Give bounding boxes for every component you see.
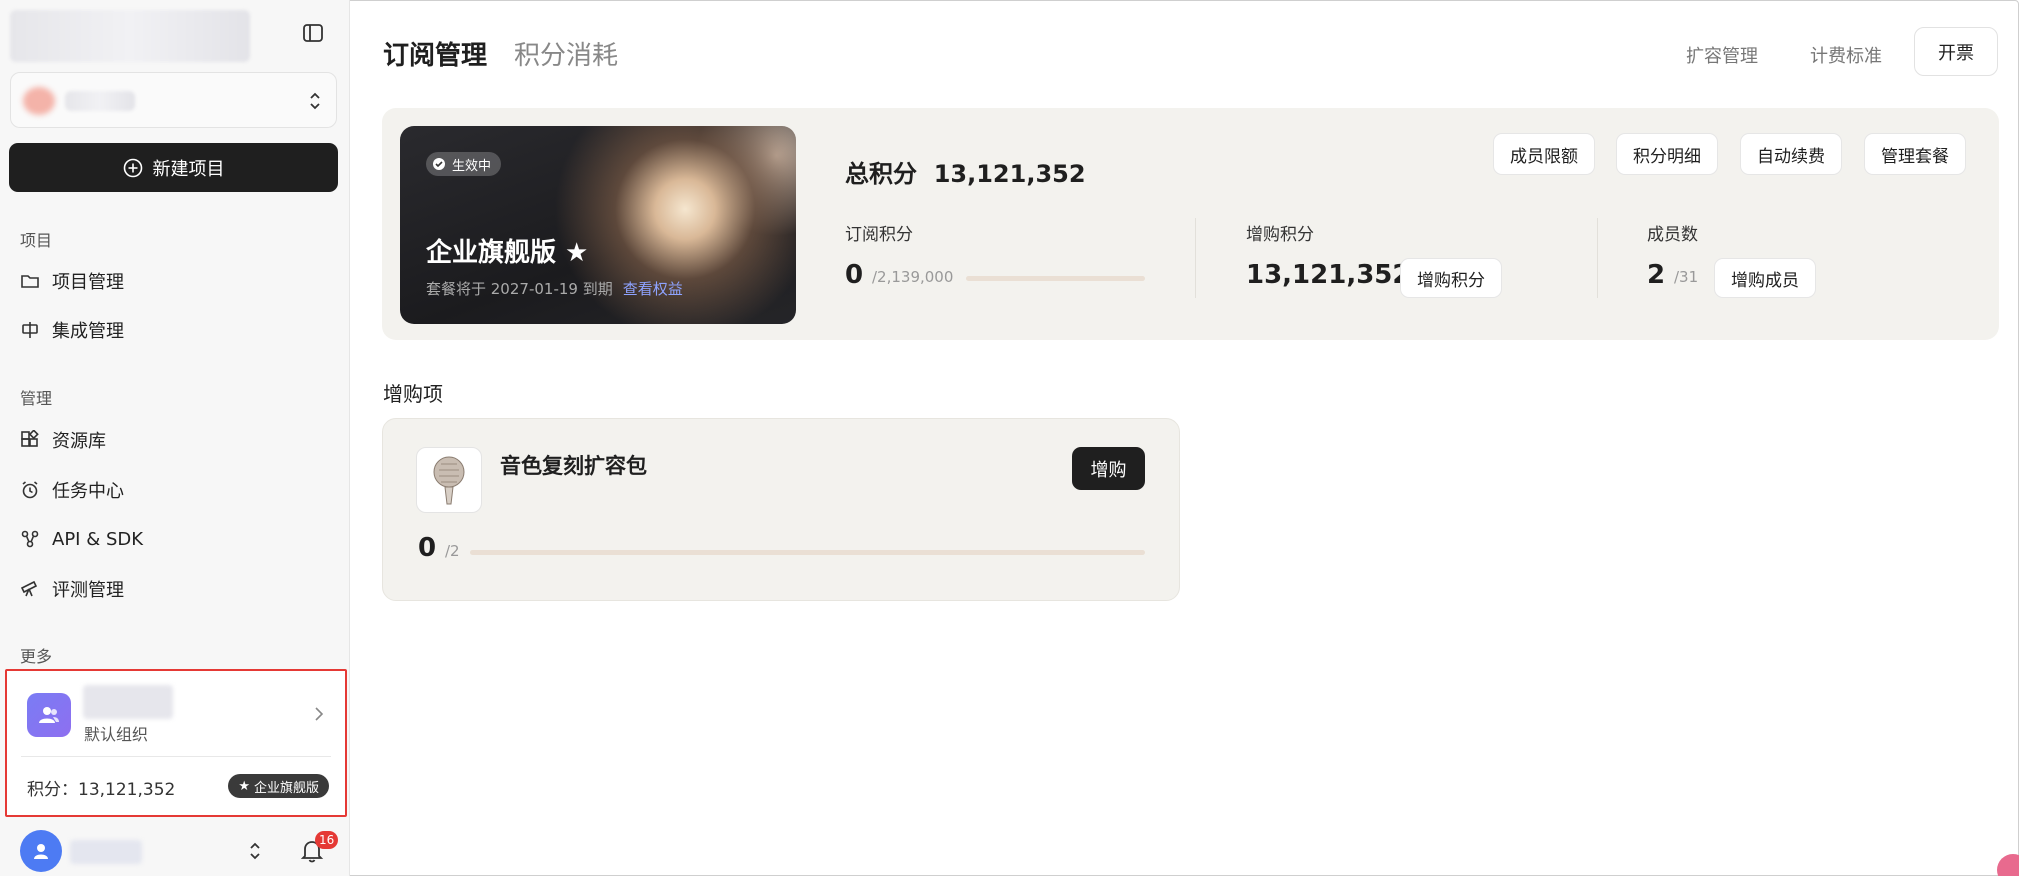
nav-item-label: 资源库 xyxy=(52,431,106,452)
subscription-points-total: /2,139,000 xyxy=(872,268,954,286)
plan-status-badge: 生效中 xyxy=(426,152,502,176)
chevron-updown-icon xyxy=(310,92,320,110)
manage-plan-button[interactable]: 管理套餐 xyxy=(1864,133,1966,175)
subscription-points-label: 订阅积分 xyxy=(845,225,913,245)
workspace-avatar-blurred xyxy=(23,87,55,115)
user-avatar[interactable] xyxy=(20,830,62,872)
nav-item-label: 评测管理 xyxy=(52,580,124,601)
workspace-select[interactable] xyxy=(10,72,337,128)
nav-item-api-sdk[interactable]: API & SDK xyxy=(20,523,330,555)
nav-item-evaluation-management[interactable]: 评测管理 xyxy=(20,573,330,605)
notification-badge: 16 xyxy=(315,831,339,849)
telescope-icon xyxy=(20,580,38,597)
nav-item-label: 集成管理 xyxy=(52,321,124,342)
floating-assistant-button[interactable] xyxy=(1997,854,2019,876)
addon-total: /2 xyxy=(445,542,460,560)
org-subtitle: 默认组织 xyxy=(84,725,149,744)
addon-progress-bar xyxy=(470,550,1145,555)
addon-thumbnail xyxy=(416,447,482,513)
alarm-icon xyxy=(22,481,38,499)
api-icon xyxy=(21,530,39,548)
new-project-label: 新建项目 xyxy=(152,158,225,180)
buy-points-button[interactable]: 增购积分 xyxy=(1400,258,1502,298)
nav-item-project-management[interactable]: 项目管理 xyxy=(20,265,330,297)
capacity-management-link[interactable]: 扩容管理 xyxy=(1686,42,1758,68)
nav-item-label: 项目管理 xyxy=(52,272,124,293)
plan-card: 生效中 企业旗舰版 ★ 套餐将于 2027-01-19 到期 查看权益 xyxy=(400,126,796,324)
invoice-button[interactable]: 开票 xyxy=(1914,27,1998,76)
purchased-points-label: 增购积分 xyxy=(1246,225,1314,245)
addon-used-value: 0 xyxy=(418,533,437,563)
organization-card[interactable]: 默认组织 积分：13,121,352 ★ 企业旗舰版 xyxy=(5,669,347,817)
chevron-right-icon xyxy=(315,707,324,721)
org-icon xyxy=(27,693,71,737)
total-points-value: 13,121,352 xyxy=(933,160,1086,188)
plan-expire: 套餐将于 2027-01-19 到期 查看权益 xyxy=(426,278,683,299)
member-quota-button[interactable]: 成员限额 xyxy=(1493,133,1595,175)
org-name-blurred xyxy=(83,685,173,719)
new-project-button[interactable]: 新建项目 xyxy=(9,143,338,192)
users-icon xyxy=(39,707,59,723)
chevron-updown-icon[interactable] xyxy=(248,840,262,862)
tab-subscription[interactable]: 订阅管理 xyxy=(383,35,487,72)
addons-section-title: 增购项 xyxy=(383,382,443,406)
workspace-logo-blurred xyxy=(10,10,250,62)
view-benefits-link[interactable]: 查看权益 xyxy=(623,280,683,298)
nav-item-integration-management[interactable]: 集成管理 xyxy=(20,314,330,346)
sidebar-toggle-button[interactable] xyxy=(300,20,326,46)
subscription-points-value: 0 xyxy=(845,260,864,290)
stat-divider xyxy=(1195,218,1196,298)
integration-icon xyxy=(22,322,38,338)
addon-buy-button[interactable]: 增购 xyxy=(1072,447,1145,490)
points-detail-button[interactable]: 积分明细 xyxy=(1616,133,1718,175)
nav-item-label: API & SDK xyxy=(52,528,144,550)
section-label-more: 更多 xyxy=(20,647,53,666)
pricing-standard-link[interactable]: 计费标准 xyxy=(1810,42,1882,68)
plan-badge-label: 企业旗舰版 xyxy=(253,780,319,796)
purchased-points-value: 13,121,352 xyxy=(1246,260,1411,290)
members-total: /31 xyxy=(1674,268,1699,286)
buy-members-button[interactable]: 增购成员 xyxy=(1714,258,1816,298)
apps-icon xyxy=(21,430,39,447)
plan-badge: ★ 企业旗舰版 xyxy=(228,774,329,798)
org-points: 积分：13,121,352 xyxy=(27,780,176,800)
workspace-name-blurred xyxy=(65,91,135,111)
nav-item-label: 任务中心 xyxy=(52,481,124,502)
subscription-points-progress-bar xyxy=(966,276,1145,281)
total-points: 总积分 13,121,352 xyxy=(845,154,1086,189)
auto-renew-button[interactable]: 自动续费 xyxy=(1740,133,1842,175)
addon-card xyxy=(382,418,1180,601)
tab-points-consumption[interactable]: 积分消耗 xyxy=(514,35,618,72)
check-circle-icon xyxy=(433,158,445,170)
plus-circle-icon xyxy=(123,158,142,177)
total-points-label: 总积分 xyxy=(845,160,917,188)
stat-divider xyxy=(1597,218,1598,298)
nav-item-resource-library[interactable]: 资源库 xyxy=(20,424,330,456)
addon-name: 音色复刻扩容包 xyxy=(500,454,647,478)
section-label-manage: 管理 xyxy=(20,389,53,408)
microphone-icon xyxy=(433,456,465,505)
sidebar-panel-icon xyxy=(303,24,323,42)
members-value: 2 xyxy=(1647,260,1666,290)
nav-item-task-center[interactable]: 任务中心 xyxy=(20,474,330,506)
star-icon: ★ xyxy=(238,778,250,794)
sidebar: 新建项目 项目 项目管理 集成管理 管理 资源库 任务中心 API & SDK … xyxy=(0,0,350,876)
user-icon xyxy=(34,844,48,859)
plan-status-label: 生效中 xyxy=(452,158,492,174)
divider xyxy=(21,756,331,757)
plan-expire-text: 套餐将于 2027-01-19 到期 xyxy=(426,280,613,298)
members-label: 成员数 xyxy=(1647,225,1698,245)
user-name-blurred xyxy=(70,840,142,864)
folder-icon xyxy=(21,275,39,288)
section-label-project: 项目 xyxy=(20,231,53,250)
plan-name: 企业旗舰版 ★ xyxy=(426,238,589,268)
